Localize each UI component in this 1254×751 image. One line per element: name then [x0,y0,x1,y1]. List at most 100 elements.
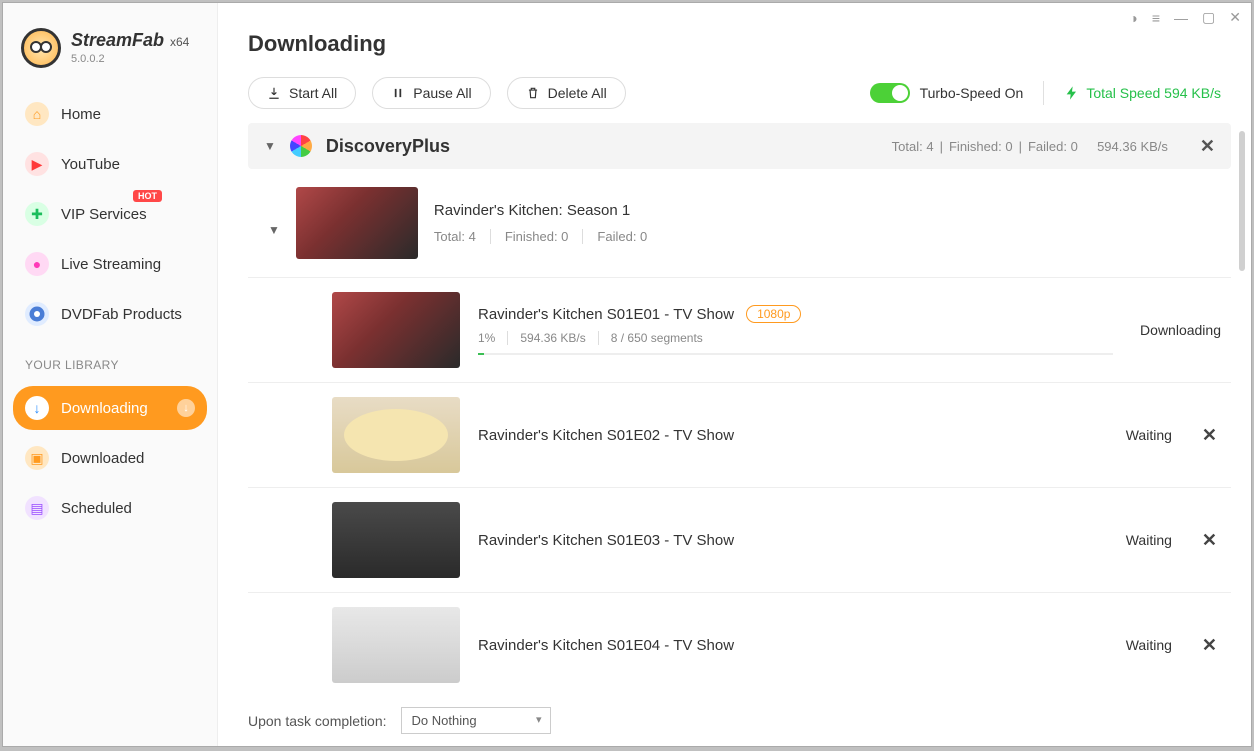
nav-label: Downloading [61,400,148,417]
menu-icon[interactable]: ≡ [1152,10,1160,26]
download-arrow-icon [267,86,281,100]
trash-icon [526,86,540,100]
calendar-icon: ▤ [25,496,49,520]
nav-downloaded[interactable]: ▣ Downloaded [13,436,207,480]
episode-thumbnail [332,292,460,368]
dvdfab-icon [25,302,49,326]
brand-name: StreamFab [71,30,164,50]
youtube-icon: ▶ [25,152,49,176]
episode-thumbnail [332,397,460,473]
episode-status: Waiting [1082,532,1172,548]
nav-label: YouTube [61,156,120,173]
season-row[interactable]: ▼ Ravinder's Kitchen: Season 1 Total: 4 … [248,169,1231,277]
divider [1043,81,1044,105]
nav-label: VIP Services [61,206,147,223]
remove-episode-icon[interactable]: ✕ [1202,425,1217,446]
brand-arch: x64 [170,35,189,49]
episode-thumbnail [332,607,460,683]
download-list: ▼ DiscoveryPlus Total: 4 | Finished: 0 |… [218,123,1251,695]
app-window: StreamFab x64 5.0.0.2 ⌂ Home ▶ YouTube ✚… [2,2,1252,747]
nav-dvdfab[interactable]: DVDFab Products [13,292,207,336]
minimize-icon[interactable]: — [1174,10,1188,26]
nav-label: Scheduled [61,500,132,517]
episode-segments: 8 / 650 segments [611,331,715,345]
home-icon: ⌂ [25,102,49,126]
nav-library: ↓ Downloading ↓ ▣ Downloaded ▤ Scheduled [13,386,207,536]
episode-title: Ravinder's Kitchen S01E03 - TV Show [478,532,734,549]
bolt-icon [1064,85,1080,101]
nav-live[interactable]: ● Live Streaming [13,242,207,286]
episode-thumbnail [332,502,460,578]
episode-speed: 594.36 KB/s [520,331,598,345]
footer: Upon task completion: Do Nothing [218,695,1251,746]
download-icon: ↓ [25,396,49,420]
season-failed: Failed: 0 [597,229,661,244]
nav-label: DVDFab Products [61,306,182,323]
select-value: Do Nothing [412,713,477,728]
season-total: Total: 4 [434,229,491,244]
chevron-down-icon[interactable]: ▼ [268,223,280,237]
nav-downloading[interactable]: ↓ Downloading ↓ [13,386,207,430]
nav-vip[interactable]: ✚ VIP Services HOT [13,192,207,236]
remove-episode-icon[interactable]: ✕ [1202,530,1217,551]
delete-all-button[interactable]: Delete All [507,77,626,109]
camera-icon: ● [25,252,49,276]
completion-select[interactable]: Do Nothing [401,707,551,734]
key-icon: ✚ [25,202,49,226]
episode-title: Ravinder's Kitchen S01E01 - TV Show [478,306,734,323]
nav-label: Downloaded [61,450,144,467]
main-panel: ◑ ≡ — ▢ ✕ Downloading Start All Pause Al… [218,3,1251,746]
start-all-button[interactable]: Start All [248,77,356,109]
nav-scheduled[interactable]: ▤ Scheduled [13,486,207,530]
episode-row[interactable]: Ravinder's Kitchen S01E01 - TV Show 1080… [248,277,1231,382]
theme-icon[interactable]: ◑ [1129,10,1137,26]
page-title: Downloading [248,31,386,57]
episode-row[interactable]: Ravinder's Kitchen S01E04 - TV Show Wait… [248,592,1231,695]
source-failed: Failed: 0 [1028,139,1078,154]
nav-label: Live Streaming [61,256,161,273]
nav-main: ⌂ Home ▶ YouTube ✚ VIP Services HOT ● Li… [13,92,207,342]
turbo-label: Turbo-Speed On [920,85,1024,101]
total-speed: Total Speed 594 KB/s [1064,85,1221,101]
close-window-icon[interactable]: ✕ [1229,9,1241,26]
episode-status: Waiting [1082,427,1172,443]
episode-status: Waiting [1082,637,1172,653]
library-section-label: YOUR LIBRARY [13,342,207,380]
sidebar: StreamFab x64 5.0.0.2 ⌂ Home ▶ YouTube ✚… [3,3,218,746]
nav-youtube[interactable]: ▶ YouTube [13,142,207,186]
season-finished: Finished: 0 [505,229,584,244]
scrollbar[interactable] [1239,131,1245,271]
toolbar: Start All Pause All Delete All Turbo-Spe… [218,71,1251,123]
brand-logo-icon [21,28,61,68]
episode-title: Ravinder's Kitchen S01E04 - TV Show [478,637,734,654]
pause-all-button[interactable]: Pause All [372,77,490,109]
nav-home[interactable]: ⌂ Home [13,92,207,136]
window-controls: ◑ ≡ — ▢ ✕ [1129,9,1241,26]
source-name: DiscoveryPlus [326,136,450,157]
total-speed-label: Total Speed 594 KB/s [1086,85,1221,101]
episode-title: Ravinder's Kitchen S01E02 - TV Show [478,427,734,444]
folder-icon: ▣ [25,446,49,470]
brand-version: 5.0.0.2 [71,53,189,65]
button-label: Pause All [413,85,471,101]
episode-row[interactable]: Ravinder's Kitchen S01E02 - TV Show Wait… [248,382,1231,487]
progress-bar [478,353,1113,355]
nav-label: Home [61,106,101,123]
hot-badge: HOT [133,190,162,202]
episode-percent: 1% [478,331,508,345]
source-speed: 594.36 KB/s [1097,139,1168,154]
maximize-icon[interactable]: ▢ [1202,9,1215,26]
close-source-icon[interactable]: ✕ [1200,136,1215,157]
completion-label: Upon task completion: [248,713,387,729]
season-thumbnail [296,187,418,259]
remove-episode-icon[interactable]: ✕ [1202,635,1217,656]
chevron-down-icon[interactable]: ▼ [264,139,276,153]
episode-row[interactable]: Ravinder's Kitchen S01E03 - TV Show Wait… [248,487,1231,592]
downloading-indicator-icon: ↓ [177,399,195,417]
turbo-toggle[interactable] [870,83,910,103]
pause-icon [391,86,405,100]
source-finished: Finished: 0 [949,139,1013,154]
button-label: Delete All [548,85,607,101]
brand: StreamFab x64 5.0.0.2 [13,23,207,86]
source-header[interactable]: ▼ DiscoveryPlus Total: 4 | Finished: 0 |… [248,123,1231,169]
